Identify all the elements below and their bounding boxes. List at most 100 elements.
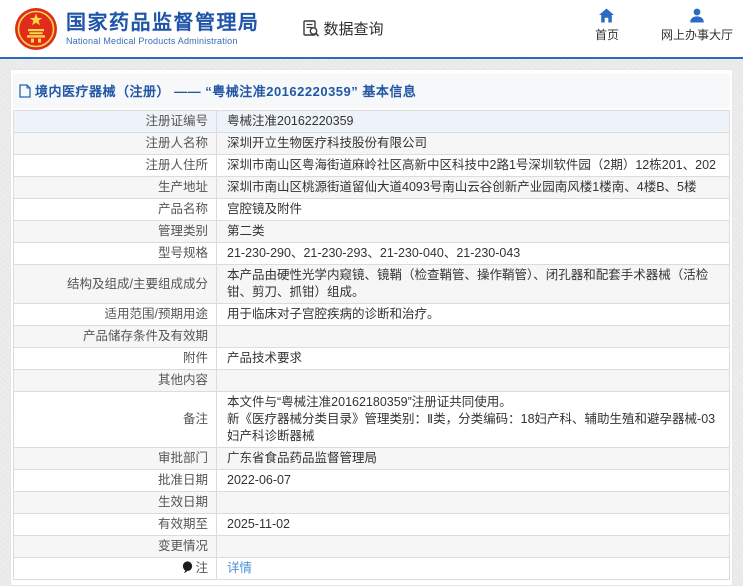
row-label-cell: 型号规格 (14, 243, 217, 265)
table-row: 产品储存条件及有效期 (14, 326, 730, 348)
row-label-cell: 有效期至 (14, 514, 217, 536)
row-label: 有效期至 (158, 517, 208, 531)
row-label-cell: 备注 (14, 392, 217, 448)
row-label-cell: 批准日期 (14, 470, 217, 492)
row-value-cell: 广东省食品药品监督管理局 (217, 448, 730, 470)
table-row: 生效日期 (14, 492, 730, 514)
row-value-cell: 本产品由硬性光学内窥镜、镜鞘（检查鞘管、操作鞘管）、闭孔器和配套手术器械（活检钳… (217, 265, 730, 304)
row-label-cell: 管理类别 (14, 221, 217, 243)
row-value-cell: 2022-06-07 (217, 470, 730, 492)
row-value-cell: 深圳市南山区桃源街道留仙大道4093号南山云谷创新产业园南风楼1楼南、4楼B、5… (217, 177, 730, 199)
row-value: 深圳开立生物医疗科技股份有限公司 (227, 136, 427, 150)
home-icon (598, 8, 615, 23)
page-title: 境内医疗器械（注册） —— “粤械注准20162220359” 基本信息 (35, 81, 416, 100)
page-content: 境内医疗器械（注册） —— “粤械注准20162220359” 基本信息 注册证… (0, 59, 743, 586)
row-value: 2025-11-02 (227, 517, 290, 531)
national-emblem-logo (14, 7, 58, 51)
row-label: 注 (195, 561, 208, 575)
row-label-cell: 附件 (14, 348, 217, 370)
row-value: 深圳市南山区桃源街道留仙大道4093号南山云谷创新产业园南风楼1楼南、4楼B、5… (227, 180, 697, 194)
row-label: 注册人住所 (145, 158, 208, 172)
row-value-cell (217, 370, 730, 392)
row-value-cell: 深圳市南山区粤海街道麻岭社区高新中区科技中2路1号深圳软件园（2期）12栋201… (217, 155, 730, 177)
details-link[interactable]: 详情 (227, 561, 252, 575)
nav-service-hall-label: 网上办事大厅 (661, 26, 733, 43)
info-table: 注册证编号 粤械注准20162220359 注册人名称 深圳开立生物医疗科技股份有限公… (13, 110, 730, 580)
brand-title-block: 国家药品监督管理局 National Medical Products Admi… (66, 11, 260, 46)
row-value-cell: 详情 (217, 558, 730, 580)
row-label: 附件 (183, 351, 208, 365)
row-label-cell: 变更情况 (14, 536, 217, 558)
row-label: 产品名称 (158, 202, 208, 216)
header-nav: 首页 网上办事大厅 (587, 8, 733, 43)
nav-home-label: 首页 (595, 26, 619, 43)
nav-item-service-hall[interactable]: 网上办事大厅 (661, 8, 733, 43)
row-label-cell: 结构及组成/主要组成成分 (14, 265, 217, 304)
row-label: 变更情况 (158, 539, 208, 553)
table-row: 注册人名称 深圳开立生物医疗科技股份有限公司 (14, 133, 730, 155)
table-row: 注册证编号 粤械注准20162220359 (14, 111, 730, 133)
row-value: 21-230-290、21-230-293、21-230-040、21-230-… (227, 246, 520, 260)
row-value-cell (217, 326, 730, 348)
table-row: 管理类别 第二类 (14, 221, 730, 243)
document-search-icon (302, 19, 321, 38)
table-row: 附件产品技术要求 (14, 348, 730, 370)
row-label-cell: 产品名称 (14, 199, 217, 221)
row-label: 结构及组成/主要组成成分 (67, 277, 208, 291)
row-label: 产品储存条件及有效期 (83, 329, 208, 343)
table-row: 审批部门 广东省食品药品监督管理局 (14, 448, 730, 470)
row-label: 管理类别 (158, 224, 208, 238)
row-value-cell: 用于临床对子宫腔疾病的诊断和治疗。 (217, 304, 730, 326)
document-icon (19, 84, 31, 98)
row-value-cell: 第二类 (217, 221, 730, 243)
row-value: 2022-06-07 (227, 473, 291, 487)
row-value-cell: 粤械注准20162220359 (217, 111, 730, 133)
table-row: 适用范围/预期用途 用于临床对子宫腔疾病的诊断和治疗。 (14, 304, 730, 326)
row-label-cell: 生效日期 (14, 492, 217, 514)
row-value-cell (217, 492, 730, 514)
table-row: 变更情况 (14, 536, 730, 558)
row-label-cell: 产品储存条件及有效期 (14, 326, 217, 348)
data-query-button[interactable]: 数据查询 (302, 18, 384, 39)
table-row: 有效期至 2025-11-02 (14, 514, 730, 536)
row-value: 第二类 (227, 224, 265, 238)
row-value-cell: 深圳开立生物医疗科技股份有限公司 (217, 133, 730, 155)
table-row: 批准日期 2022-06-07 (14, 470, 730, 492)
brand-title-cn: 国家药品监督管理局 (66, 11, 260, 35)
row-value: 粤械注准20162220359 (227, 114, 353, 128)
brand-title-en: National Medical Products Administration (66, 36, 260, 46)
row-value: 用于临床对子宫腔疾病的诊断和治疗。 (227, 307, 440, 321)
row-value: 广东省食品药品监督管理局 (227, 451, 377, 465)
data-query-label: 数据查询 (324, 18, 384, 39)
row-label-cell: 其他内容 (14, 370, 217, 392)
row-label-cell: 注 (14, 558, 217, 580)
table-row: 其他内容 (14, 370, 730, 392)
row-label: 型号规格 (158, 246, 208, 260)
row-label: 批准日期 (158, 473, 208, 487)
page-title-bar: 境内医疗器械（注册） —— “粤械注准20162220359” 基本信息 (13, 74, 730, 108)
nav-item-home[interactable]: 首页 (587, 8, 627, 43)
row-label-cell: 生产地址 (14, 177, 217, 199)
row-value-cell: 21-230-290、21-230-293、21-230-040、21-230-… (217, 243, 730, 265)
row-label: 生效日期 (158, 495, 208, 509)
row-label: 适用范围/预期用途 (105, 307, 208, 321)
row-label-cell: 审批部门 (14, 448, 217, 470)
row-label: 注册人名称 (145, 136, 208, 150)
note-balloon-icon (182, 561, 193, 574)
table-row: 结构及组成/主要组成成分本产品由硬性光学内窥镜、镜鞘（检查鞘管、操作鞘管）、闭孔… (14, 265, 730, 304)
row-label-cell: 注册证编号 (14, 111, 217, 133)
table-row: 注 详情 (14, 558, 730, 580)
table-row: 产品名称宫腔镜及附件 (14, 199, 730, 221)
row-label: 注册证编号 (145, 114, 208, 128)
user-icon (689, 8, 705, 23)
row-value-cell: 产品技术要求 (217, 348, 730, 370)
table-row: 生产地址深圳市南山区桃源街道留仙大道4093号南山云谷创新产业园南风楼1楼南、4… (14, 177, 730, 199)
info-card: 境内医疗器械（注册） —— “粤械注准20162220359” 基本信息 注册证… (10, 69, 733, 586)
row-value: 本文件与“粤械注准20162180359”注册证共同使用。 新《医疗器械分类目录… (227, 395, 715, 443)
row-value-cell: 宫腔镜及附件 (217, 199, 730, 221)
row-label: 审批部门 (158, 451, 208, 465)
row-label-cell: 注册人名称 (14, 133, 217, 155)
row-label: 其他内容 (158, 373, 208, 387)
row-value-cell: 本文件与“粤械注准20162180359”注册证共同使用。 新《医疗器械分类目录… (217, 392, 730, 448)
site-header: 国家药品监督管理局 National Medical Products Admi… (0, 0, 743, 57)
